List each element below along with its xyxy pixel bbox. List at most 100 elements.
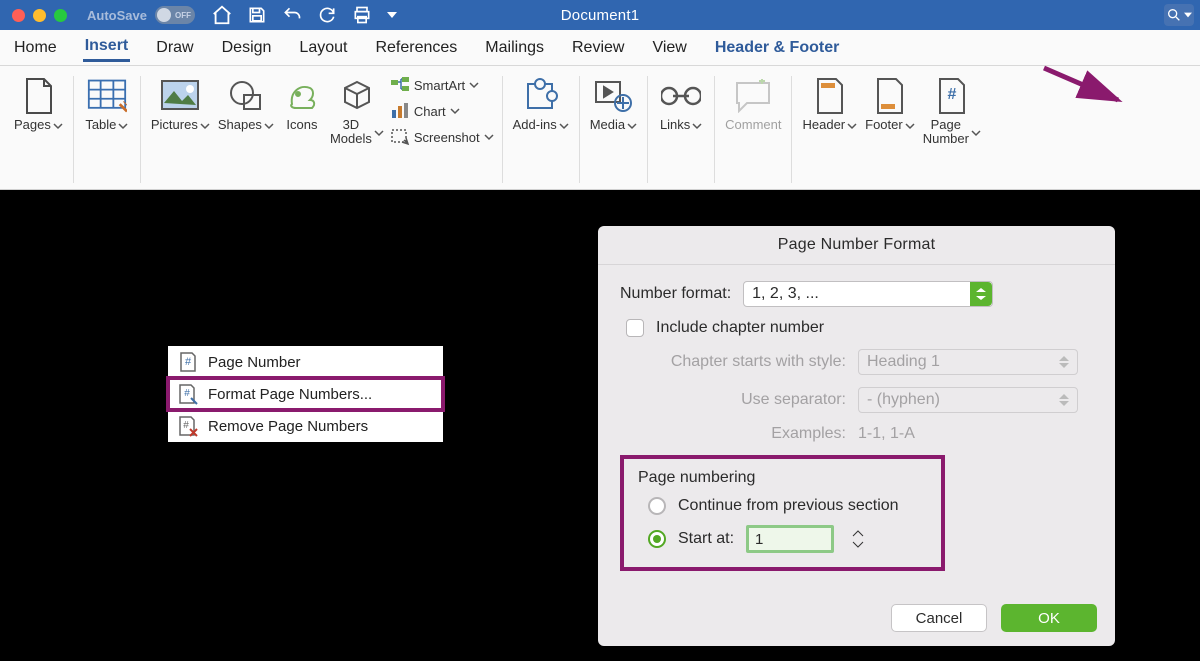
window-minimize-button[interactable] <box>33 9 46 22</box>
icons-button[interactable]: Icons <box>278 70 326 189</box>
number-format-select[interactable]: 1, 2, 3, ... <box>743 281 993 307</box>
tab-references[interactable]: References <box>373 35 459 61</box>
chevron-down-icon <box>53 121 63 131</box>
menu-item-format-page-numbers[interactable]: # Format Page Numbers... <box>168 378 443 410</box>
chevron-down-icon <box>469 80 479 90</box>
ribbon: Pages Table Pictures Shapes Icons 3D Mod… <box>0 66 1200 190</box>
remove-page-number-icon: # <box>178 416 198 436</box>
page-number-button[interactable]: # Page Number <box>919 70 985 189</box>
page-number-format-dialog: Page Number Format Number format: 1, 2, … <box>598 226 1115 646</box>
screenshot-label: Screenshot <box>414 130 480 145</box>
menu-item-label: Remove Page Numbers <box>208 418 368 435</box>
autosave-label: AutoSave <box>87 8 147 23</box>
window-zoom-button[interactable] <box>54 9 67 22</box>
chevron-down-icon <box>971 128 981 138</box>
tab-insert[interactable]: Insert <box>83 33 131 62</box>
tab-mailings[interactable]: Mailings <box>483 35 546 61</box>
window-controls <box>0 9 67 22</box>
tab-design[interactable]: Design <box>220 35 274 61</box>
chevron-down-icon <box>200 121 210 131</box>
save-icon[interactable] <box>247 5 267 25</box>
undo-icon[interactable] <box>281 5 303 25</box>
start-at-stepper[interactable] <box>852 530 868 548</box>
home-icon[interactable] <box>211 4 233 26</box>
shapes-button[interactable]: Shapes <box>214 70 278 189</box>
qat-more-icon[interactable] <box>387 10 397 20</box>
svg-text:#: # <box>185 356 192 368</box>
svg-text:#: # <box>947 86 956 103</box>
autosave-switch[interactable]: OFF <box>155 6 195 24</box>
pages-button[interactable]: Pages <box>10 70 67 189</box>
tab-layout[interactable]: Layout <box>297 35 349 61</box>
ribbon-tabs: Home Insert Draw Design Layout Reference… <box>0 30 1200 66</box>
start-at-input[interactable]: 1 <box>746 525 834 553</box>
chart-button[interactable]: Chart <box>388 100 496 122</box>
chapter-style-select: Heading 1 <box>858 349 1078 375</box>
cancel-button[interactable]: Cancel <box>891 604 987 632</box>
chevron-down-icon <box>692 121 702 131</box>
table-label: Table <box>85 118 116 134</box>
comment-button[interactable]: Comment <box>721 70 785 189</box>
window-close-button[interactable] <box>12 9 25 22</box>
screenshot-icon <box>390 128 410 146</box>
illustration-mini-group: SmartArt Chart Screenshot <box>388 70 496 189</box>
svg-text:#: # <box>184 388 190 399</box>
pages-label: Pages <box>14 118 51 134</box>
media-label: Media <box>590 118 625 134</box>
addins-label: Add-ins <box>513 118 557 134</box>
number-format-label: Number format: <box>620 285 731 303</box>
autosave-toggle[interactable]: AutoSave OFF <box>87 6 195 24</box>
menu-item-label: Page Number <box>208 354 301 371</box>
header-button[interactable]: Header <box>798 70 861 189</box>
start-at-label: Start at: <box>678 530 734 548</box>
smartart-button[interactable]: SmartArt <box>388 74 496 96</box>
links-button[interactable]: Links <box>654 70 708 189</box>
addins-button[interactable]: Add-ins <box>509 70 573 189</box>
menu-item-remove-page-numbers[interactable]: # Remove Page Numbers <box>168 410 443 442</box>
search-button[interactable] <box>1164 4 1194 26</box>
chapter-style-value: Heading 1 <box>867 353 940 371</box>
3d-models-button[interactable]: 3D Models <box>326 70 388 189</box>
annotation-arrow <box>1040 64 1130 119</box>
ok-button[interactable]: OK <box>1001 604 1097 632</box>
page-numbering-highlight: Page numbering Continue from previous se… <box>620 455 945 571</box>
tab-header-footer[interactable]: Header & Footer <box>713 35 841 61</box>
menu-item-label: Format Page Numbers... <box>208 386 372 403</box>
chevron-down-icon <box>450 106 460 116</box>
tab-home[interactable]: Home <box>12 35 59 61</box>
screenshot-button[interactable]: Screenshot <box>388 126 496 148</box>
chevron-down-icon <box>484 132 494 142</box>
menu-item-page-number[interactable]: # Page Number <box>168 346 443 378</box>
tab-view[interactable]: View <box>650 35 688 61</box>
examples-value: 1-1, 1-A <box>858 425 915 443</box>
pictures-button[interactable]: Pictures <box>147 70 214 189</box>
comment-label: Comment <box>725 118 781 134</box>
3d-models-label: 3D Models <box>330 118 372 149</box>
footer-label: Footer <box>865 118 903 134</box>
include-chapter-checkbox[interactable] <box>626 319 644 337</box>
tab-review[interactable]: Review <box>570 35 626 61</box>
chevron-down-icon <box>264 121 274 131</box>
chevron-up-icon <box>852 530 864 538</box>
redo-icon[interactable] <box>317 5 337 25</box>
start-at-value: 1 <box>755 531 763 548</box>
media-button[interactable]: Media <box>586 70 641 189</box>
document-title: Document1 <box>561 7 640 24</box>
continue-label: Continue from previous section <box>678 497 899 515</box>
shapes-label: Shapes <box>218 118 262 134</box>
table-button[interactable]: Table <box>80 70 134 189</box>
links-label: Links <box>660 118 690 134</box>
smartart-label: SmartArt <box>414 78 465 93</box>
tab-draw[interactable]: Draw <box>154 35 195 61</box>
page-number-icon: # <box>178 352 198 372</box>
radio-continue[interactable] <box>648 497 666 515</box>
chevron-down-icon <box>118 121 128 131</box>
footer-button[interactable]: Footer <box>861 70 919 189</box>
page-number-context-menu: # Page Number # Format Page Numbers... #… <box>168 346 443 442</box>
chevron-down-icon <box>559 121 569 131</box>
radio-start-at[interactable] <box>648 530 666 548</box>
print-icon[interactable] <box>351 5 373 25</box>
chevron-down-icon <box>852 540 864 548</box>
chevron-down-icon <box>847 121 857 131</box>
examples-label: Examples: <box>636 425 846 443</box>
